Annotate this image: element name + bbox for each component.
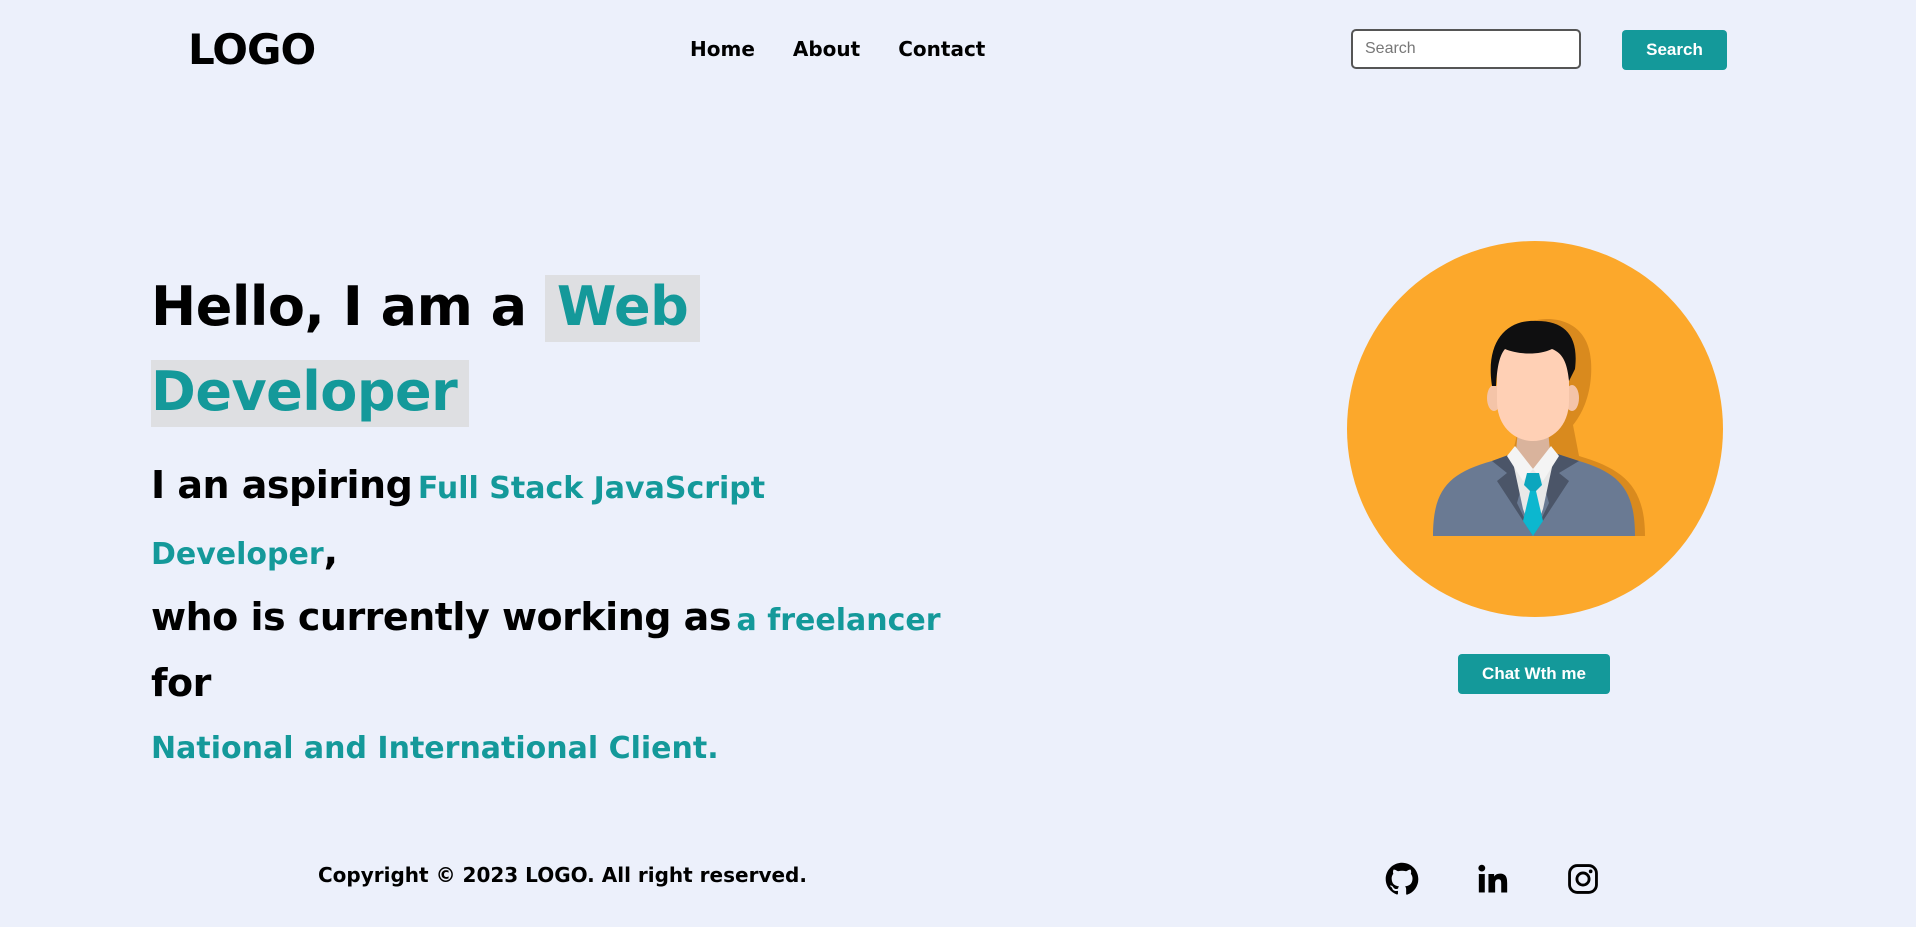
work-prefix: who is currently working as [151, 595, 731, 639]
intro-comma: , [323, 529, 338, 573]
role-highlight-developer: Developer [151, 360, 470, 427]
role-highlight-web: Web [544, 275, 701, 342]
work-suffix: for [151, 661, 211, 705]
intro-line: I an aspiring Full Stack JavaScript Deve… [151, 456, 971, 588]
hero-headline: Hello, I am a Web Developer [151, 264, 971, 434]
businessman-avatar-icon [1347, 241, 1723, 617]
copyright-text: Copyright © 2023 LOGO. All right reserve… [318, 863, 807, 887]
hero-subtitle: I an aspiring Full Stack JavaScript Deve… [151, 456, 971, 782]
work-highlight: a freelancer [736, 603, 941, 638]
page: LOGO Home About Contact Search Hello, I … [0, 0, 1916, 927]
intro-highlight: Full Stack JavaScript [417, 471, 766, 506]
instagram-icon[interactable] [1566, 862, 1600, 896]
nav-home[interactable]: Home [690, 36, 755, 62]
nav-about[interactable]: About [793, 36, 860, 62]
greeting-text: Hello, I am a [151, 275, 527, 338]
nav-contact[interactable]: Contact [898, 36, 985, 62]
work-line: who is currently working as a freelancer… [151, 588, 971, 782]
intro-prefix: I an aspiring [151, 463, 413, 507]
linkedin-icon[interactable] [1476, 862, 1510, 896]
clients-text: National and International Client. [151, 731, 719, 766]
intro-highlight-cont: Developer [151, 537, 324, 572]
search-input[interactable] [1351, 29, 1581, 69]
github-icon[interactable] [1385, 862, 1419, 896]
main-nav: Home About Contact [690, 36, 985, 62]
search-button[interactable]: Search [1622, 30, 1727, 70]
site-logo[interactable]: LOGO [188, 22, 316, 78]
hero-section: Hello, I am a Web Developer I an aspirin… [151, 264, 971, 782]
chat-button[interactable]: Chat Wth me [1458, 654, 1610, 694]
